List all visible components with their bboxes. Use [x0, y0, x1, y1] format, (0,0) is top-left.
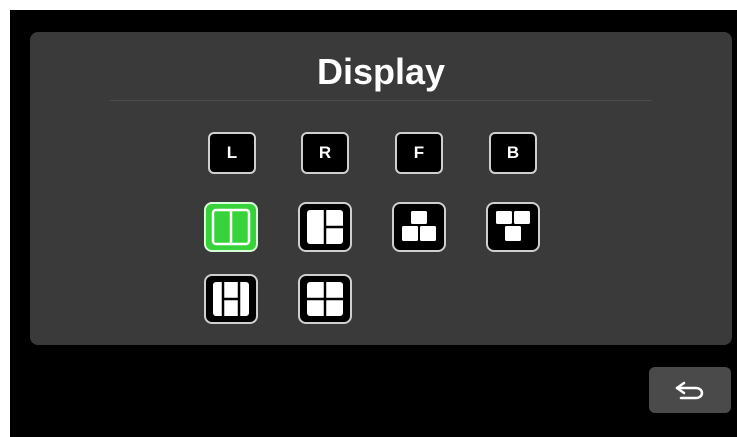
two-top-one-bottom-icon — [496, 211, 530, 241]
return-arrow-icon — [675, 381, 704, 400]
center-large-sides-icon — [213, 282, 249, 316]
camera-left-button[interactable]: L — [208, 132, 256, 174]
back-button[interactable] — [649, 367, 731, 413]
page-title: Display — [316, 51, 446, 92]
layout-center-with-sides-button[interactable] — [204, 274, 258, 324]
layout-quad-grid-button[interactable] — [298, 274, 352, 324]
camera-right-button[interactable]: R — [301, 132, 349, 174]
layout-two-top-one-bottom-button[interactable] — [486, 202, 540, 252]
layout-one-top-two-bottom-button[interactable] — [392, 202, 446, 252]
camera-front-button[interactable]: F — [395, 132, 443, 174]
title-divider — [110, 100, 652, 101]
layout-split-two-button[interactable] — [204, 202, 258, 252]
split-two-icon — [211, 208, 251, 246]
one-top-two-bottom-icon — [402, 211, 436, 241]
device-screen: Display L R F B — [10, 10, 737, 437]
layout-large-left-button[interactable] — [298, 202, 352, 252]
display-settings-panel: Display L R F B — [30, 32, 732, 345]
quad-grid-icon — [307, 282, 343, 316]
camera-back-button[interactable]: B — [489, 132, 537, 174]
large-left-two-right-icon — [307, 210, 343, 244]
